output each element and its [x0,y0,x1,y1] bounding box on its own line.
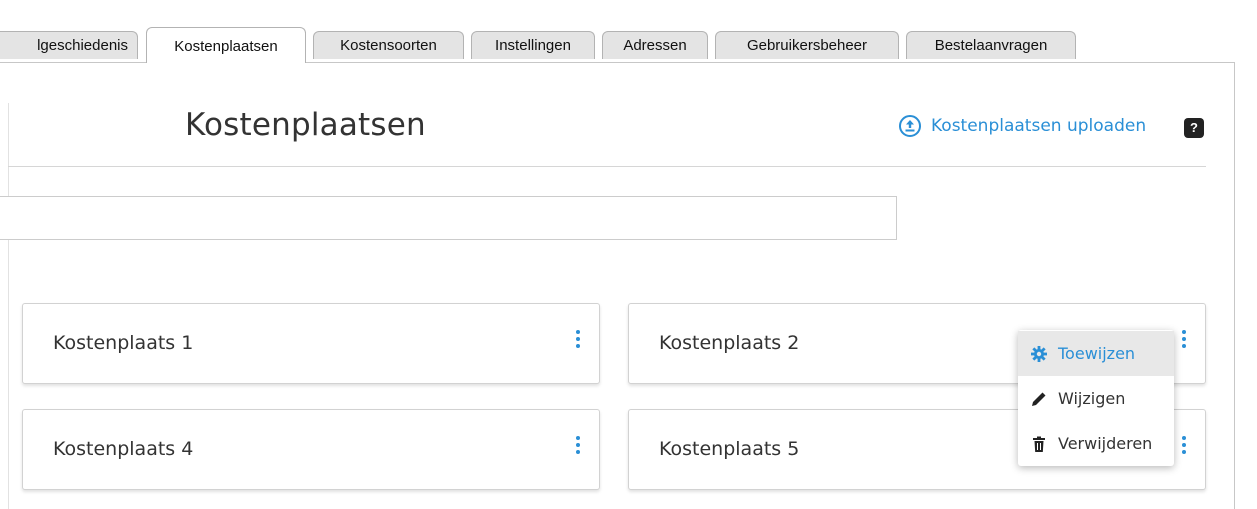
more-vertical-icon[interactable] [571,436,585,460]
card-kostenplaats-1[interactable]: Kostenplaats 1 [22,303,600,384]
gear-icon [1030,345,1048,363]
search-input[interactable] [0,196,897,240]
menu-item-verwijderen[interactable]: Verwijderen [1018,421,1174,466]
tab-geschiedenis[interactable]: lgeschiedenis [0,31,138,59]
card-kostenplaats-4[interactable]: Kostenplaats 4 [22,409,600,490]
header-divider [8,166,1206,167]
menu-item-toewijzen[interactable]: Toewijzen [1018,331,1174,376]
upload-kostenplaatsen-link[interactable]: Kostenplaatsen uploaden [898,113,1146,139]
tab-kostenplaatsen[interactable]: Kostenplaatsen [146,27,306,63]
tab-adressen[interactable]: Adressen [602,31,708,59]
tab-instellingen[interactable]: Instellingen [471,31,595,59]
tab-kostensoorten[interactable]: Kostensoorten [313,31,464,59]
help-icon[interactable]: ? [1184,118,1204,138]
menu-item-label: Wijzigen [1058,389,1126,408]
card-actions-menu: Toewijzen Wijzigen Verwijderen [1018,330,1174,466]
card-title: Kostenplaats 1 [53,332,194,354]
card-title: Kostenplaats 2 [659,332,800,354]
panel-left-border [8,103,9,509]
tab-gebruikersbeheer[interactable]: Gebruikersbeheer [715,31,899,59]
card-title: Kostenplaats 4 [53,438,194,460]
menu-item-label: Verwijderen [1058,434,1153,453]
more-vertical-icon[interactable] [1177,436,1191,460]
page-title: Kostenplaatsen [185,107,426,143]
pencil-icon [1030,390,1048,408]
card-title: Kostenplaats 5 [659,438,800,460]
trash-icon [1030,435,1048,453]
app-frame: lgeschiedenis Kostenplaatsen Kostensoort… [0,0,1257,509]
upload-label: Kostenplaatsen uploaden [931,116,1147,136]
tab-bar: lgeschiedenis Kostenplaatsen Kostensoort… [0,27,1257,63]
menu-item-wijzigen[interactable]: Wijzigen [1018,376,1174,421]
tab-bestelaanvragen[interactable]: Bestelaanvragen [906,31,1076,59]
more-vertical-icon[interactable] [1177,330,1191,354]
menu-item-label: Toewijzen [1058,344,1136,363]
more-vertical-icon[interactable] [571,330,585,354]
upload-circle-icon [898,114,922,138]
